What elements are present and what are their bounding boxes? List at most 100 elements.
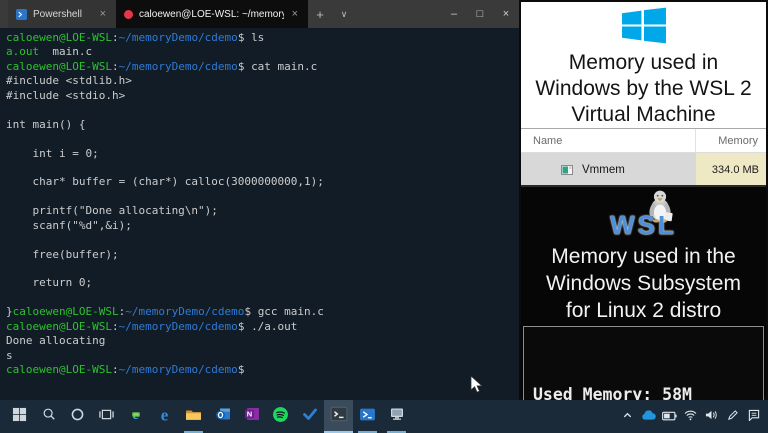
wsl-distro-icon <box>124 9 133 19</box>
tray-action-center-button[interactable] <box>743 400 764 433</box>
table-header: Name Memory <box>521 129 766 153</box>
taskbar-button-cortana[interactable] <box>63 400 92 433</box>
screen: Powershell × caloewen@LOE-WSL: ~/memoryD… <box>0 0 768 433</box>
terminal-icon <box>330 405 348 428</box>
action-center-icon <box>748 408 760 426</box>
taskbar-button-onenote[interactable]: N <box>237 400 266 433</box>
terminal-line: printf("Done allocating\n"); <box>6 204 218 218</box>
taskbar-button-spotify[interactable] <box>266 400 295 433</box>
terminal-line: return 0; <box>6 276 93 290</box>
tab-label: Powershell <box>33 8 82 20</box>
system-tray <box>617 400 764 433</box>
start-icon <box>12 407 27 427</box>
powershell-tab-icon <box>16 8 27 20</box>
windows-memory-section: Memory used in Windows by the WSL 2 Virt… <box>521 2 766 128</box>
tab-dropdown-button[interactable]: ∨ <box>332 0 356 28</box>
column-header-name[interactable]: Name <box>521 135 695 147</box>
terminal-line: int main() { <box>6 117 86 131</box>
cortana-icon <box>70 407 85 427</box>
taskbar-button-internet-explorer[interactable]: e <box>121 400 150 433</box>
spotify-icon <box>272 406 289 428</box>
wsl-memory-title: Memory used in the Windows Subsystem for… <box>546 245 741 322</box>
tray-chevron-up-button[interactable] <box>617 400 638 433</box>
taskbar-button-terminal[interactable] <box>324 400 353 433</box>
tab-wsl[interactable]: caloewen@LOE-WSL: ~/memoryDemo/cdemo × <box>116 0 308 28</box>
minimize-button[interactable]: – <box>441 0 467 28</box>
taskbar-button-file-explorer[interactable] <box>179 400 208 433</box>
windows-memory-title: Memory used in Windows by the WSL 2 Virt… <box>535 51 752 126</box>
terminal-line: scanf("%d",&i); <box>6 218 132 232</box>
column-header-memory[interactable]: Memory <box>695 129 766 152</box>
internet-explorer-icon: e <box>128 406 144 427</box>
volume-icon <box>705 408 718 426</box>
onenote-icon: N <box>244 406 260 427</box>
window-controls: – □ × <box>441 0 519 28</box>
windows-logo-icon <box>621 7 667 49</box>
file-explorer-icon <box>185 406 202 428</box>
tray-battery-button[interactable] <box>659 400 680 433</box>
taskbar: ee N <box>0 400 768 433</box>
tab-label: caloewen@LOE-WSL: ~/memoryDemo/cdemo <box>139 8 284 20</box>
terminal-line: #include <stdlib.h> <box>6 74 132 88</box>
svg-text:e: e <box>161 406 169 423</box>
table-row[interactable]: Vmmem 334.0 MB <box>521 153 766 186</box>
terminal-line: char* buffer = (char*) calloc(3000000000… <box>6 175 324 189</box>
my-computer-icon <box>389 406 405 427</box>
close-button[interactable]: × <box>493 0 519 28</box>
new-tab-button[interactable]: + <box>308 0 332 28</box>
terminal-window: Powershell × caloewen@LOE-WSL: ~/memoryD… <box>0 0 519 400</box>
process-table: Name Memory Vmmem 334.0 MB <box>521 128 766 186</box>
terminal-line: caloewen@LOE-WSL:~/memoryDemo/cdemo$ ls <box>6 31 265 44</box>
onedrive-icon <box>641 408 656 426</box>
info-panel: Memory used in Windows by the WSL 2 Virt… <box>519 0 768 433</box>
task-view-icon <box>99 407 114 427</box>
tab-close-icon[interactable]: × <box>290 8 300 20</box>
terminal-line: int i = 0; <box>6 146 99 160</box>
vmmem-process-icon <box>561 164 573 176</box>
tray-volume-button[interactable] <box>701 400 722 433</box>
wsl-logo: WSL <box>521 187 766 243</box>
taskbar-button-powershell[interactable] <box>353 400 382 433</box>
terminal-line: caloewen@LOE-WSL:~/memoryDemo/cdemo$ cat… <box>6 59 318 73</box>
taskbar-buttons: ee N <box>0 400 411 433</box>
terminal-line: a.out main.c <box>6 45 93 59</box>
svg-text:N: N <box>246 410 251 419</box>
taskbar-button-my-computer[interactable] <box>382 400 411 433</box>
tab-powershell[interactable]: Powershell × <box>8 0 116 28</box>
taskbar-button-task-view[interactable] <box>92 400 121 433</box>
tray-pen-button[interactable] <box>722 400 743 433</box>
chevron-up-icon <box>622 408 633 426</box>
edge-icon: e <box>156 405 173 428</box>
taskbar-button-edge[interactable]: e <box>150 400 179 433</box>
taskbar-button-search[interactable] <box>34 400 63 433</box>
maximize-button[interactable]: □ <box>467 0 493 28</box>
process-name: Vmmem <box>582 163 625 176</box>
taskbar-button-outlook[interactable] <box>208 400 237 433</box>
terminal-titlebar: Powershell × caloewen@LOE-WSL: ~/memoryD… <box>0 0 519 28</box>
wsl-memory-section: WSL Memory used in the Windows Subsystem… <box>521 185 766 324</box>
tab-close-icon[interactable]: × <box>98 8 108 20</box>
powershell-icon <box>359 406 376 428</box>
terminal-line: caloewen@LOE-WSL:~/memoryDemo/cdemo$ <box>6 363 252 377</box>
terminal-line: Done allocating <box>6 334 106 348</box>
battery-icon <box>662 408 677 426</box>
wsl-logo-text: WSL <box>610 210 677 240</box>
process-memory-value: 334.0 MB <box>696 153 766 186</box>
todo-icon <box>302 406 318 427</box>
terminal-line: free(buffer); <box>6 247 119 261</box>
terminal-line: #include <stdio.h> <box>6 88 126 102</box>
taskbar-button-start[interactable] <box>5 400 34 433</box>
terminal-output[interactable]: caloewen@LOE-WSL:~/memoryDemo/cdemo$ ls a… <box>0 28 519 378</box>
outlook-icon <box>215 406 231 427</box>
tray-onedrive-button[interactable] <box>638 400 659 433</box>
taskbar-button-todo[interactable] <box>295 400 324 433</box>
tray-wifi-button[interactable] <box>680 400 701 433</box>
wifi-icon <box>684 408 697 426</box>
